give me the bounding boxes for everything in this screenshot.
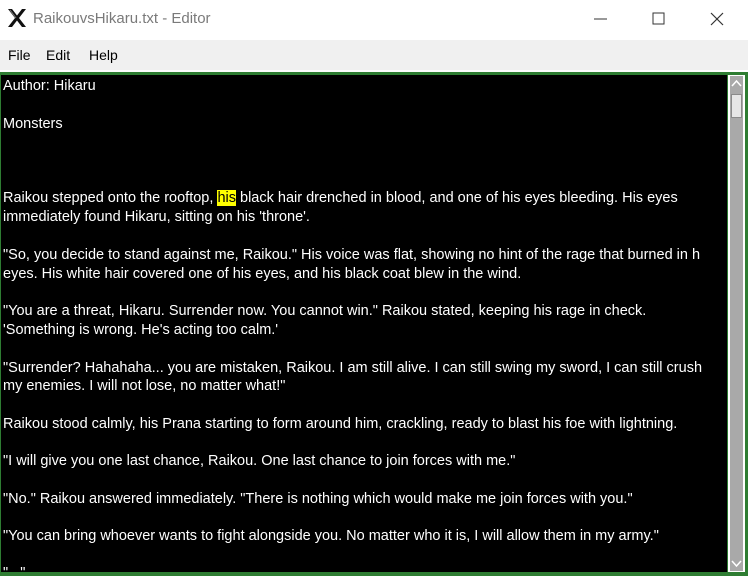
maximize-button[interactable]	[636, 0, 682, 38]
highlighted-text-line: Raikou stepped onto the rooftop, his bla…	[3, 189, 678, 208]
editor-window: RaikouvsHikaru.txt - Editor File Edit He…	[0, 0, 748, 576]
scroll-up-button[interactable]	[730, 76, 743, 92]
x-app-icon	[8, 9, 26, 27]
text-area[interactable]: Author: Hikaru Monsters Raikou stepped o…	[1, 75, 727, 572]
text-before-match: Raikou stepped onto the rooftop,	[3, 190, 218, 206]
text-after-match: black hair drenched in blood, and one of…	[235, 190, 678, 206]
window-title: RaikouvsHikaru.txt - Editor	[33, 10, 211, 27]
arrow-up-icon	[731, 79, 742, 87]
menu-edit[interactable]: Edit	[46, 47, 70, 63]
maximize-icon	[652, 12, 665, 25]
menu-bar: File Edit Help	[0, 40, 748, 70]
close-button[interactable]	[694, 0, 740, 38]
text-line: "Surrender? Hahahaha... you are mistaken…	[3, 360, 703, 376]
text-line: "..."	[3, 564, 25, 572]
search-match-highlight: his	[217, 190, 236, 206]
scroll-track[interactable]	[730, 92, 743, 555]
scroll-thumb[interactable]	[731, 94, 742, 118]
text-line: Monsters	[3, 116, 63, 132]
scroll-down-button[interactable]	[730, 555, 743, 571]
title-bar[interactable]: RaikouvsHikaru.txt - Editor	[0, 0, 748, 38]
text-line: "I will give you one last chance, Raikou…	[3, 453, 516, 469]
text-line: Raikou stood calmly, his Prana starting …	[3, 416, 678, 432]
text-line: "You can bring whoever wants to fight al…	[3, 528, 659, 544]
editor-frame: Author: Hikaru Monsters Raikou stepped o…	[0, 72, 748, 576]
vertical-scrollbar[interactable]	[728, 75, 745, 572]
text-line: "No." Raikou answered immediately. "Ther…	[3, 491, 633, 507]
close-icon	[710, 12, 724, 26]
text-line: Author: Hikaru	[3, 78, 96, 94]
menu-file[interactable]: File	[8, 47, 31, 63]
text-line: immediately found Hikaru, sitting on his…	[3, 209, 310, 225]
arrow-down-icon	[731, 560, 742, 568]
text-line: eyes. His white hair covered one of his …	[3, 266, 522, 282]
text-line: my enemies. I will not lose, no matter w…	[3, 378, 286, 394]
text-line: "So, you decide to stand against me, Rai…	[3, 247, 701, 263]
minimize-icon	[594, 18, 607, 20]
text-line: 'Something is wrong. He's acting too cal…	[3, 322, 279, 338]
menu-help[interactable]: Help	[89, 47, 118, 63]
text-line: "You are a threat, Hikaru. Surrender now…	[3, 303, 647, 319]
minimize-button[interactable]	[578, 0, 624, 38]
